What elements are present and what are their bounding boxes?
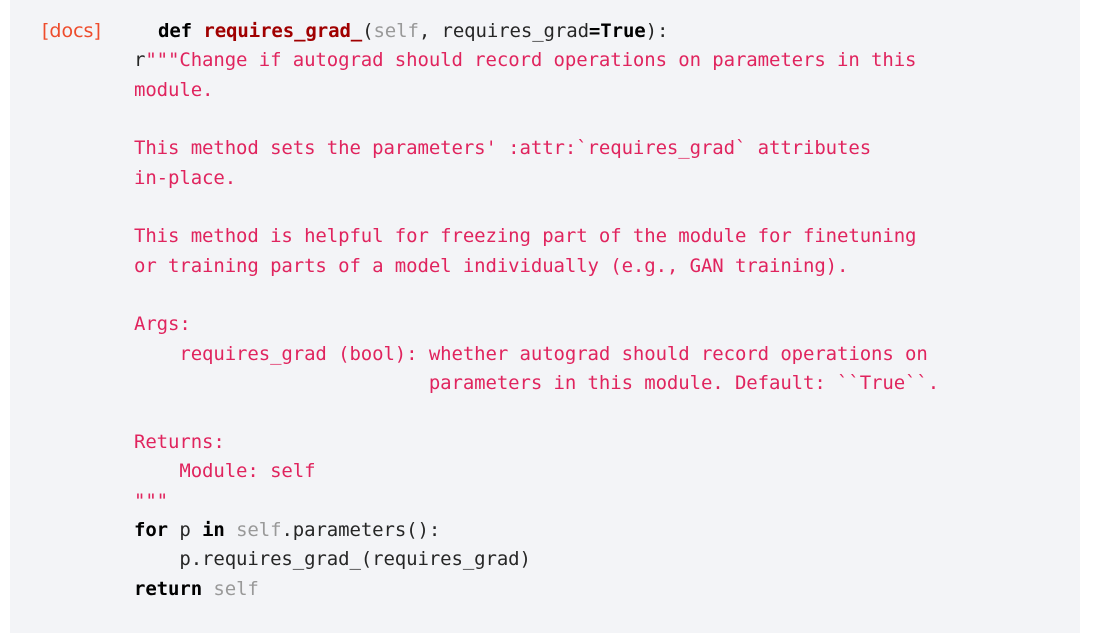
docs-link[interactable]: [docs] — [42, 17, 101, 46]
self-param: self — [373, 20, 419, 42]
return-keyword: return — [134, 577, 203, 600]
function-name: requires_grad_ — [203, 20, 363, 42]
docstring-line — [134, 398, 939, 427]
docstring-line: in-place. — [134, 166, 237, 189]
loop-var: p — [168, 518, 203, 541]
for-line: for p in self.parameters(): — [134, 516, 939, 545]
docstring-line: r"""Change if autograd should record ope… — [134, 46, 939, 75]
equals-sign: = — [588, 20, 601, 42]
def-keyword: def — [158, 20, 193, 42]
docstring-line: Returns: — [134, 430, 225, 453]
docstring-line — [134, 105, 939, 134]
raw-prefix: r — [134, 49, 146, 72]
docstring-line: This method sets the parameters' :attr:`… — [134, 137, 872, 160]
docstring-line: parameters in this module. Default: ``Tr… — [134, 372, 940, 395]
docstring-line: Module: self — [134, 460, 316, 483]
docstring-text: """Change if autograd should record oper… — [145, 49, 917, 72]
docstring-line: requires_grad (bool): whether autograd s… — [134, 342, 928, 365]
parameters-call: .parameters(): — [281, 518, 441, 541]
docstring-line: or training parts of a model individuall… — [134, 254, 849, 277]
param-requires-grad: , requires_grad — [418, 20, 589, 42]
source-code: def requires_grad_(self, requires_grad=T… — [134, 17, 939, 604]
open-paren: ( — [362, 20, 374, 42]
self-keyword: self — [213, 577, 259, 600]
docstring-line — [134, 193, 939, 222]
for-keyword: for — [134, 518, 169, 541]
return-line: return self — [134, 575, 939, 604]
docstring-line — [134, 281, 939, 310]
docstring-line: This method is helpful for freezing part… — [134, 225, 917, 248]
default-true: True — [600, 20, 646, 42]
self-keyword: self — [236, 518, 282, 541]
in-keyword: in — [202, 518, 225, 541]
close-paren: ): — [645, 20, 669, 42]
docstring-line: module. — [134, 78, 214, 101]
def-line: def requires_grad_(self, requires_grad=T… — [134, 17, 939, 46]
loop-body-line: p.requires_grad_(requires_grad) — [134, 548, 531, 571]
docstring-line: """ — [134, 489, 169, 512]
docstring-line: Args: — [134, 313, 191, 336]
